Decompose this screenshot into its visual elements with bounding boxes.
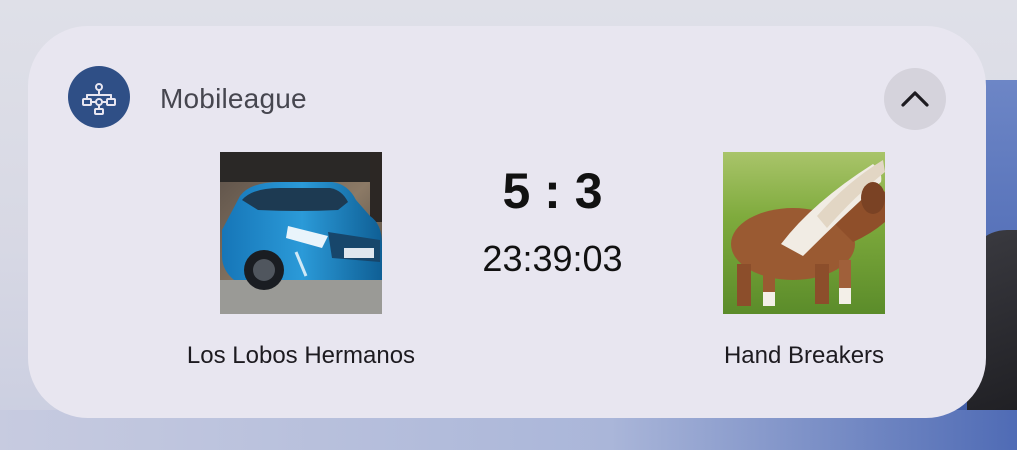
league-bracket-icon — [68, 66, 130, 128]
away-team[interactable]: Hand Breakers — [654, 152, 954, 370]
match-score: 5 : 3 — [502, 163, 603, 219]
home-team[interactable]: Los Lobos Hermanos — [151, 152, 451, 370]
away-team-name: Hand Breakers — [723, 342, 885, 369]
collapse-button[interactable] — [884, 68, 946, 130]
match-clock: 23:39:03 — [482, 238, 623, 279]
app-name: Mobileague — [160, 83, 307, 114]
home-team-logo — [220, 152, 382, 314]
chevron-up-icon — [901, 91, 929, 107]
match-widget[interactable]: Mobileague Los Lobos Hermanos 5: 3 23:3… — [28, 26, 986, 418]
away-team-logo — [723, 152, 885, 314]
home-team-name: Los Lobos Hermanos — [186, 342, 416, 369]
